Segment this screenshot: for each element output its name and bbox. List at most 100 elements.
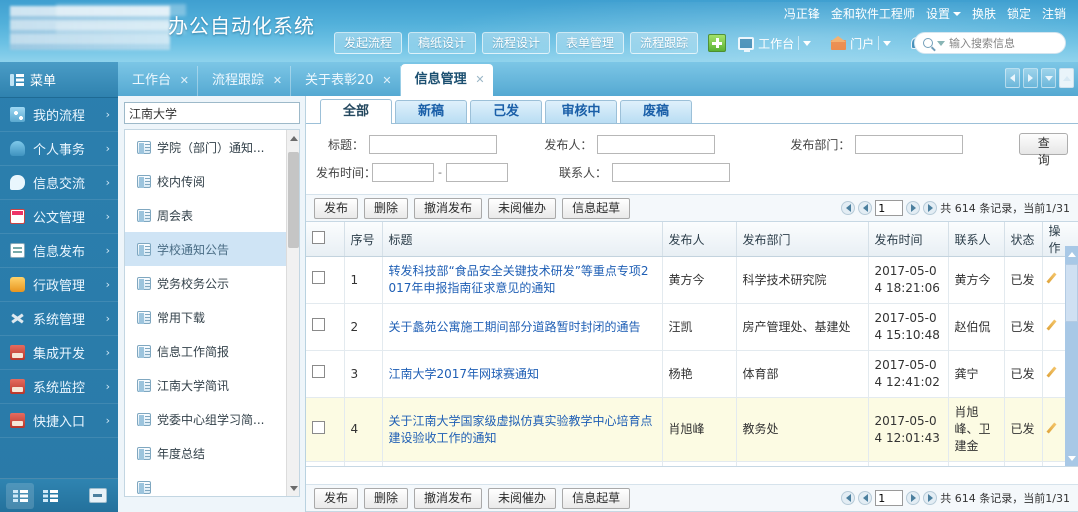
tree-item[interactable]: 年度总结 bbox=[125, 436, 286, 470]
prev-page-button[interactable] bbox=[858, 201, 873, 215]
first-page-button[interactable] bbox=[841, 201, 856, 215]
prev-page-button-bottom[interactable] bbox=[858, 491, 873, 505]
sidebar-item-info-publish[interactable]: 信息发布 › bbox=[0, 234, 118, 268]
tab-list-button[interactable] bbox=[1041, 68, 1056, 88]
scroll-down-button[interactable] bbox=[287, 480, 299, 496]
department-input[interactable] bbox=[855, 134, 964, 154]
table-row[interactable]: 3 江南大学2017年网球赛通知 杨艳 体育部 2017-05-04 12:41… bbox=[306, 350, 1078, 398]
table-row[interactable]: 1 转发科技部“食品安全关键技术研发”等重点专项2017年申报指南征求意见的通知… bbox=[306, 256, 1078, 304]
contact-input[interactable] bbox=[611, 162, 730, 182]
tree-item[interactable]: 校内传阅 bbox=[125, 164, 286, 198]
next-page-button-bottom[interactable] bbox=[906, 491, 921, 505]
portal-menu[interactable]: 门户 bbox=[830, 35, 892, 52]
row-title-link[interactable]: 江南大学2017年网球赛通知 bbox=[389, 367, 540, 381]
detail-view-icon[interactable] bbox=[36, 483, 64, 509]
page-number-input-bottom[interactable] bbox=[875, 490, 904, 506]
process-design-button[interactable]: 流程设计 bbox=[482, 32, 551, 54]
row-title-link[interactable]: 关于蠡苑公寓施工期间部分道路暂时封闭的通告 bbox=[389, 320, 641, 334]
query-button[interactable]: 查询 bbox=[1019, 133, 1068, 167]
sidebar-item-my-process[interactable]: 我的流程 › bbox=[0, 98, 118, 132]
edit-icon[interactable] bbox=[1049, 271, 1062, 284]
lock-link[interactable]: 锁定 bbox=[1007, 5, 1031, 22]
tree-item[interactable]: 党委中心组学习简... bbox=[125, 402, 286, 436]
logout-link[interactable]: 注销 bbox=[1042, 5, 1066, 22]
sidebar-item-system-manage[interactable]: 系统管理 › bbox=[0, 302, 118, 336]
row-checkbox[interactable] bbox=[312, 271, 325, 284]
draft-info-button[interactable]: 信息起草 bbox=[562, 197, 631, 219]
tab-reviewing[interactable]: 审核中 bbox=[545, 100, 617, 123]
delete-button[interactable]: 删除 bbox=[364, 197, 409, 219]
unread-remind-button[interactable]: 未阅催办 bbox=[488, 197, 557, 219]
row-checkbox[interactable] bbox=[312, 365, 325, 378]
tree-item[interactable]: 学院（部门）通知... bbox=[125, 130, 286, 164]
tab-discarded[interactable]: 废稿 bbox=[620, 100, 692, 123]
close-icon[interactable]: ✕ bbox=[180, 66, 189, 96]
tab-liuchenggenzong[interactable]: 流程跟踪 ✕ bbox=[198, 66, 292, 96]
scroll-up-button[interactable] bbox=[287, 130, 299, 146]
workbench-menu[interactable]: 工作台 bbox=[738, 35, 812, 52]
select-all-checkbox[interactable] bbox=[312, 231, 325, 244]
edit-icon[interactable] bbox=[1049, 365, 1062, 378]
sidebar-item-system-monitor[interactable]: 系统监控 › bbox=[0, 370, 118, 404]
collab-menu[interactable]: 协同 bbox=[981, 35, 1037, 52]
unpublish-button[interactable]: 撤消发布 bbox=[414, 197, 483, 219]
sidebar-item-admin-manage[interactable]: 行政管理 › bbox=[0, 268, 118, 302]
collapse-panel-icon[interactable] bbox=[84, 483, 112, 509]
title-input[interactable] bbox=[369, 134, 498, 154]
tree-item[interactable]: 常用下载 bbox=[125, 300, 286, 334]
todo-menu[interactable]: 待办0 bbox=[911, 35, 962, 52]
tree-scrollbar[interactable] bbox=[286, 130, 299, 496]
row-checkbox[interactable] bbox=[312, 318, 325, 331]
tree-item[interactable]: 党务校务公示 bbox=[125, 266, 286, 300]
sidebar-item-integration-dev[interactable]: 集成开发 › bbox=[0, 336, 118, 370]
plus-icon[interactable] bbox=[708, 34, 727, 52]
tree-item[interactable] bbox=[125, 470, 286, 496]
row-checkbox[interactable] bbox=[312, 420, 325, 434]
scroll-up-button[interactable] bbox=[1059, 68, 1074, 88]
form-manage-button[interactable]: 表单管理 bbox=[556, 32, 625, 54]
settings-menu[interactable]: 设置 bbox=[926, 5, 961, 22]
tab-new-draft[interactable]: 新稿 bbox=[395, 100, 467, 123]
paper-design-button[interactable]: 稿纸设计 bbox=[408, 32, 477, 54]
row-title-link[interactable]: 关于江南大学国家级虚拟仿真实验教学中心培育点建设验收工作的通知 bbox=[389, 414, 653, 445]
table-row[interactable]: 2 关于蠡苑公寓施工期间部分道路暂时封闭的通告 汪凯 房产管理处、基建处 201… bbox=[306, 303, 1078, 351]
scroll-down-button[interactable] bbox=[1065, 450, 1078, 466]
start-process-button[interactable]: 发起流程 bbox=[334, 32, 403, 54]
sidebar-item-quick-entry[interactable]: 快捷入口 › bbox=[0, 404, 118, 438]
tree-item[interactable]: 江南大学简讯 bbox=[125, 368, 286, 402]
last-page-button-bottom[interactable] bbox=[923, 491, 938, 505]
close-icon[interactable]: ✕ bbox=[273, 66, 282, 96]
tab-published[interactable]: 己发 bbox=[470, 100, 542, 123]
edit-icon[interactable] bbox=[1049, 318, 1062, 331]
publisher-input[interactable] bbox=[597, 134, 716, 154]
row-title-link[interactable]: 转发科技部“食品安全关键技术研发”等重点专项2017年申报指南征求意见的通知 bbox=[389, 264, 649, 295]
tab-gongzuotai[interactable]: 工作台 ✕ bbox=[118, 66, 199, 96]
global-search[interactable] bbox=[914, 32, 1066, 54]
skin-link[interactable]: 换肤 bbox=[972, 5, 996, 22]
scrollbar-thumb[interactable] bbox=[1065, 264, 1078, 322]
delete-button-bottom[interactable]: 删除 bbox=[364, 487, 409, 509]
close-icon[interactable]: ✕ bbox=[475, 64, 484, 96]
unread-remind-button-bottom[interactable]: 未阅催办 bbox=[488, 487, 557, 509]
sidebar-item-document-manage[interactable]: 公文管理 › bbox=[0, 200, 118, 234]
scroll-up-button[interactable] bbox=[1065, 246, 1078, 262]
tab-xinxiguanli[interactable]: 信息管理 ✕ bbox=[400, 64, 493, 96]
sidebar-item-info-exchange[interactable]: 信息交流 › bbox=[0, 166, 118, 200]
tree-item-selected[interactable]: 学校通知公告 bbox=[125, 232, 286, 266]
table-row[interactable]: 5 江南大学2017年网球赛通知 杨艳 体育部 2017-05-04 10:58… bbox=[306, 461, 1078, 466]
tab-guanyubiaozhang[interactable]: 关于表彰20 ✕ bbox=[291, 66, 401, 96]
table-scrollbar[interactable] bbox=[1065, 246, 1078, 466]
next-page-button[interactable] bbox=[906, 201, 921, 215]
publish-time-to-input[interactable] bbox=[445, 162, 508, 182]
tab-all[interactable]: 全部 bbox=[320, 99, 392, 124]
draft-info-button-bottom[interactable]: 信息起草 bbox=[562, 487, 631, 509]
publish-button-bottom[interactable]: 发布 bbox=[314, 487, 359, 509]
close-icon[interactable]: ✕ bbox=[382, 66, 391, 96]
page-number-input[interactable] bbox=[875, 200, 904, 216]
tree-item[interactable]: 信息工作简报 bbox=[125, 334, 286, 368]
search-input[interactable] bbox=[949, 36, 1059, 50]
first-page-button-bottom[interactable] bbox=[841, 491, 856, 505]
publish-button[interactable]: 发布 bbox=[314, 197, 359, 219]
publish-time-from-input[interactable] bbox=[372, 162, 434, 182]
tree-search-input[interactable] bbox=[124, 102, 300, 124]
